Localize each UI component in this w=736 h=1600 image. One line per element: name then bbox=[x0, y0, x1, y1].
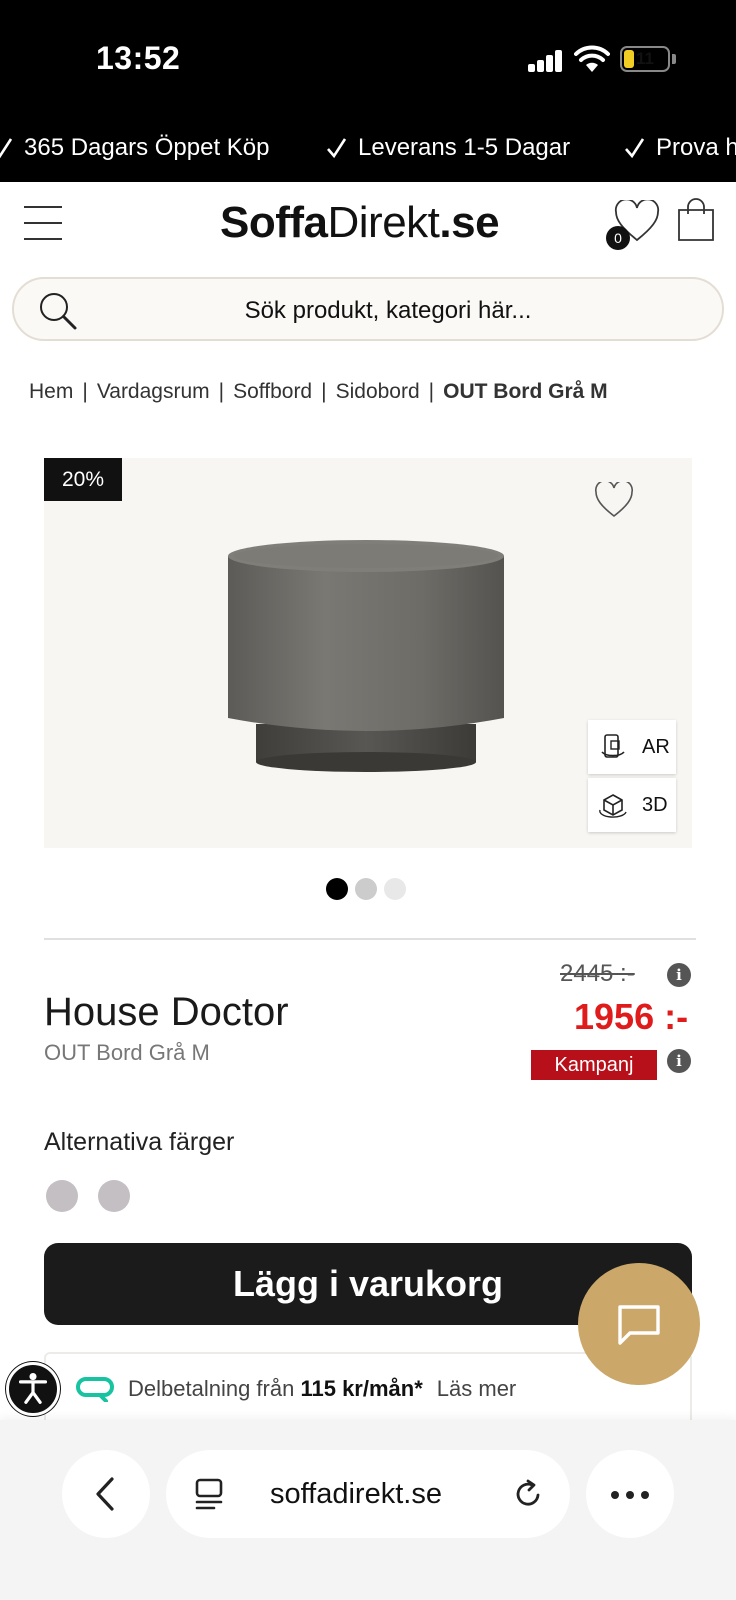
battery-level: 11 bbox=[636, 49, 654, 68]
check-icon bbox=[625, 138, 644, 159]
wifi-icon bbox=[574, 45, 610, 72]
carousel-indicator bbox=[326, 878, 406, 900]
carousel-dot[interactable] bbox=[326, 878, 348, 900]
color-swatch[interactable] bbox=[46, 1180, 78, 1212]
original-price: 2445 :- bbox=[560, 960, 635, 987]
favorite-heart-icon[interactable] bbox=[594, 482, 634, 518]
product-brand: House Doctor bbox=[44, 990, 289, 1034]
chevron-left-icon bbox=[96, 1477, 114, 1511]
breadcrumb-item-sidobord[interactable]: Sidobord bbox=[336, 380, 420, 403]
divider bbox=[44, 938, 696, 940]
breadcrumb-item-hem[interactable]: Hem bbox=[29, 380, 73, 403]
status-bar: 13:52 11 bbox=[0, 0, 736, 118]
shopping-bag-icon[interactable] bbox=[676, 198, 716, 242]
read-more-link[interactable]: Läs mer bbox=[437, 1376, 516, 1401]
usp-item: Prova h bbox=[624, 134, 736, 162]
browser-toolbar: soffadirekt.se bbox=[0, 1420, 736, 1600]
status-time: 13:52 bbox=[96, 40, 181, 76]
search-icon bbox=[40, 293, 77, 330]
check-icon bbox=[327, 138, 346, 159]
cellular-signal-icon bbox=[528, 50, 564, 72]
usp-banner: 365 Dagars Öppet Köp Leverans 1-5 Dagar … bbox=[0, 118, 736, 182]
3d-view-button[interactable]: 3D bbox=[588, 778, 676, 832]
accessibility-icon[interactable] bbox=[6, 1362, 60, 1416]
carousel-dot[interactable] bbox=[355, 878, 377, 900]
chat-bubble-icon bbox=[618, 1305, 660, 1345]
info-icon[interactable]: i bbox=[667, 1049, 691, 1073]
ar-icon bbox=[601, 734, 625, 758]
tabs-icon bbox=[195, 1478, 223, 1510]
product-name: OUT Bord Grå M bbox=[44, 1040, 210, 1065]
product-photo bbox=[228, 540, 504, 772]
site-logo[interactable]: SoffaDirekt.se bbox=[220, 198, 500, 248]
search-placeholder: Sök produkt, kategori här... bbox=[244, 297, 532, 324]
address-bar[interactable]: soffadirekt.se bbox=[166, 1450, 570, 1538]
ellipsis-icon bbox=[611, 1491, 649, 1499]
ar-view-button[interactable]: AR bbox=[588, 720, 676, 774]
alternative-colors-heading: Alternativa färger bbox=[44, 1128, 235, 1156]
discount-badge: 20% bbox=[44, 458, 122, 501]
search-input[interactable]: Sök produkt, kategori här... bbox=[12, 277, 724, 341]
campaign-badge: Kampanj bbox=[531, 1050, 657, 1080]
url-text: soffadirekt.se bbox=[270, 1478, 442, 1510]
breadcrumb-current: OUT Bord Grå M bbox=[443, 380, 608, 403]
sale-price: 1956 :- bbox=[574, 996, 689, 1037]
cube-3d-icon bbox=[599, 794, 627, 818]
breadcrumb-item-soffbord[interactable]: Soffbord bbox=[233, 380, 312, 403]
more-options-button[interactable] bbox=[586, 1450, 674, 1538]
breadcrumb-item-vardagsrum[interactable]: Vardagsrum bbox=[97, 380, 210, 403]
product-image-carousel[interactable]: 20% AR 3D bbox=[44, 458, 692, 848]
info-icon[interactable]: i bbox=[667, 963, 691, 987]
wishlist-button[interactable]: 0 bbox=[606, 200, 660, 250]
carousel-dot[interactable] bbox=[384, 878, 406, 900]
wishlist-count-badge: 0 bbox=[606, 226, 630, 250]
color-swatch[interactable] bbox=[98, 1180, 130, 1212]
payment-provider-logo bbox=[76, 1377, 114, 1402]
site-header: SoffaDirekt.se 0 bbox=[0, 182, 736, 272]
battery-icon: 11 bbox=[620, 46, 670, 72]
reload-icon[interactable] bbox=[512, 1478, 544, 1510]
usp-item: Leverans 1-5 Dagar bbox=[326, 134, 570, 162]
check-icon bbox=[0, 138, 12, 159]
chat-button[interactable] bbox=[578, 1263, 700, 1385]
back-button[interactable] bbox=[62, 1450, 150, 1538]
hamburger-menu-icon[interactable] bbox=[24, 206, 62, 240]
breadcrumb: Hem | Vardagsrum | Soffbord | Sidobord | OUT Bor… bbox=[29, 380, 608, 403]
usp-item: 365 Dagars Öppet Köp bbox=[0, 134, 270, 162]
